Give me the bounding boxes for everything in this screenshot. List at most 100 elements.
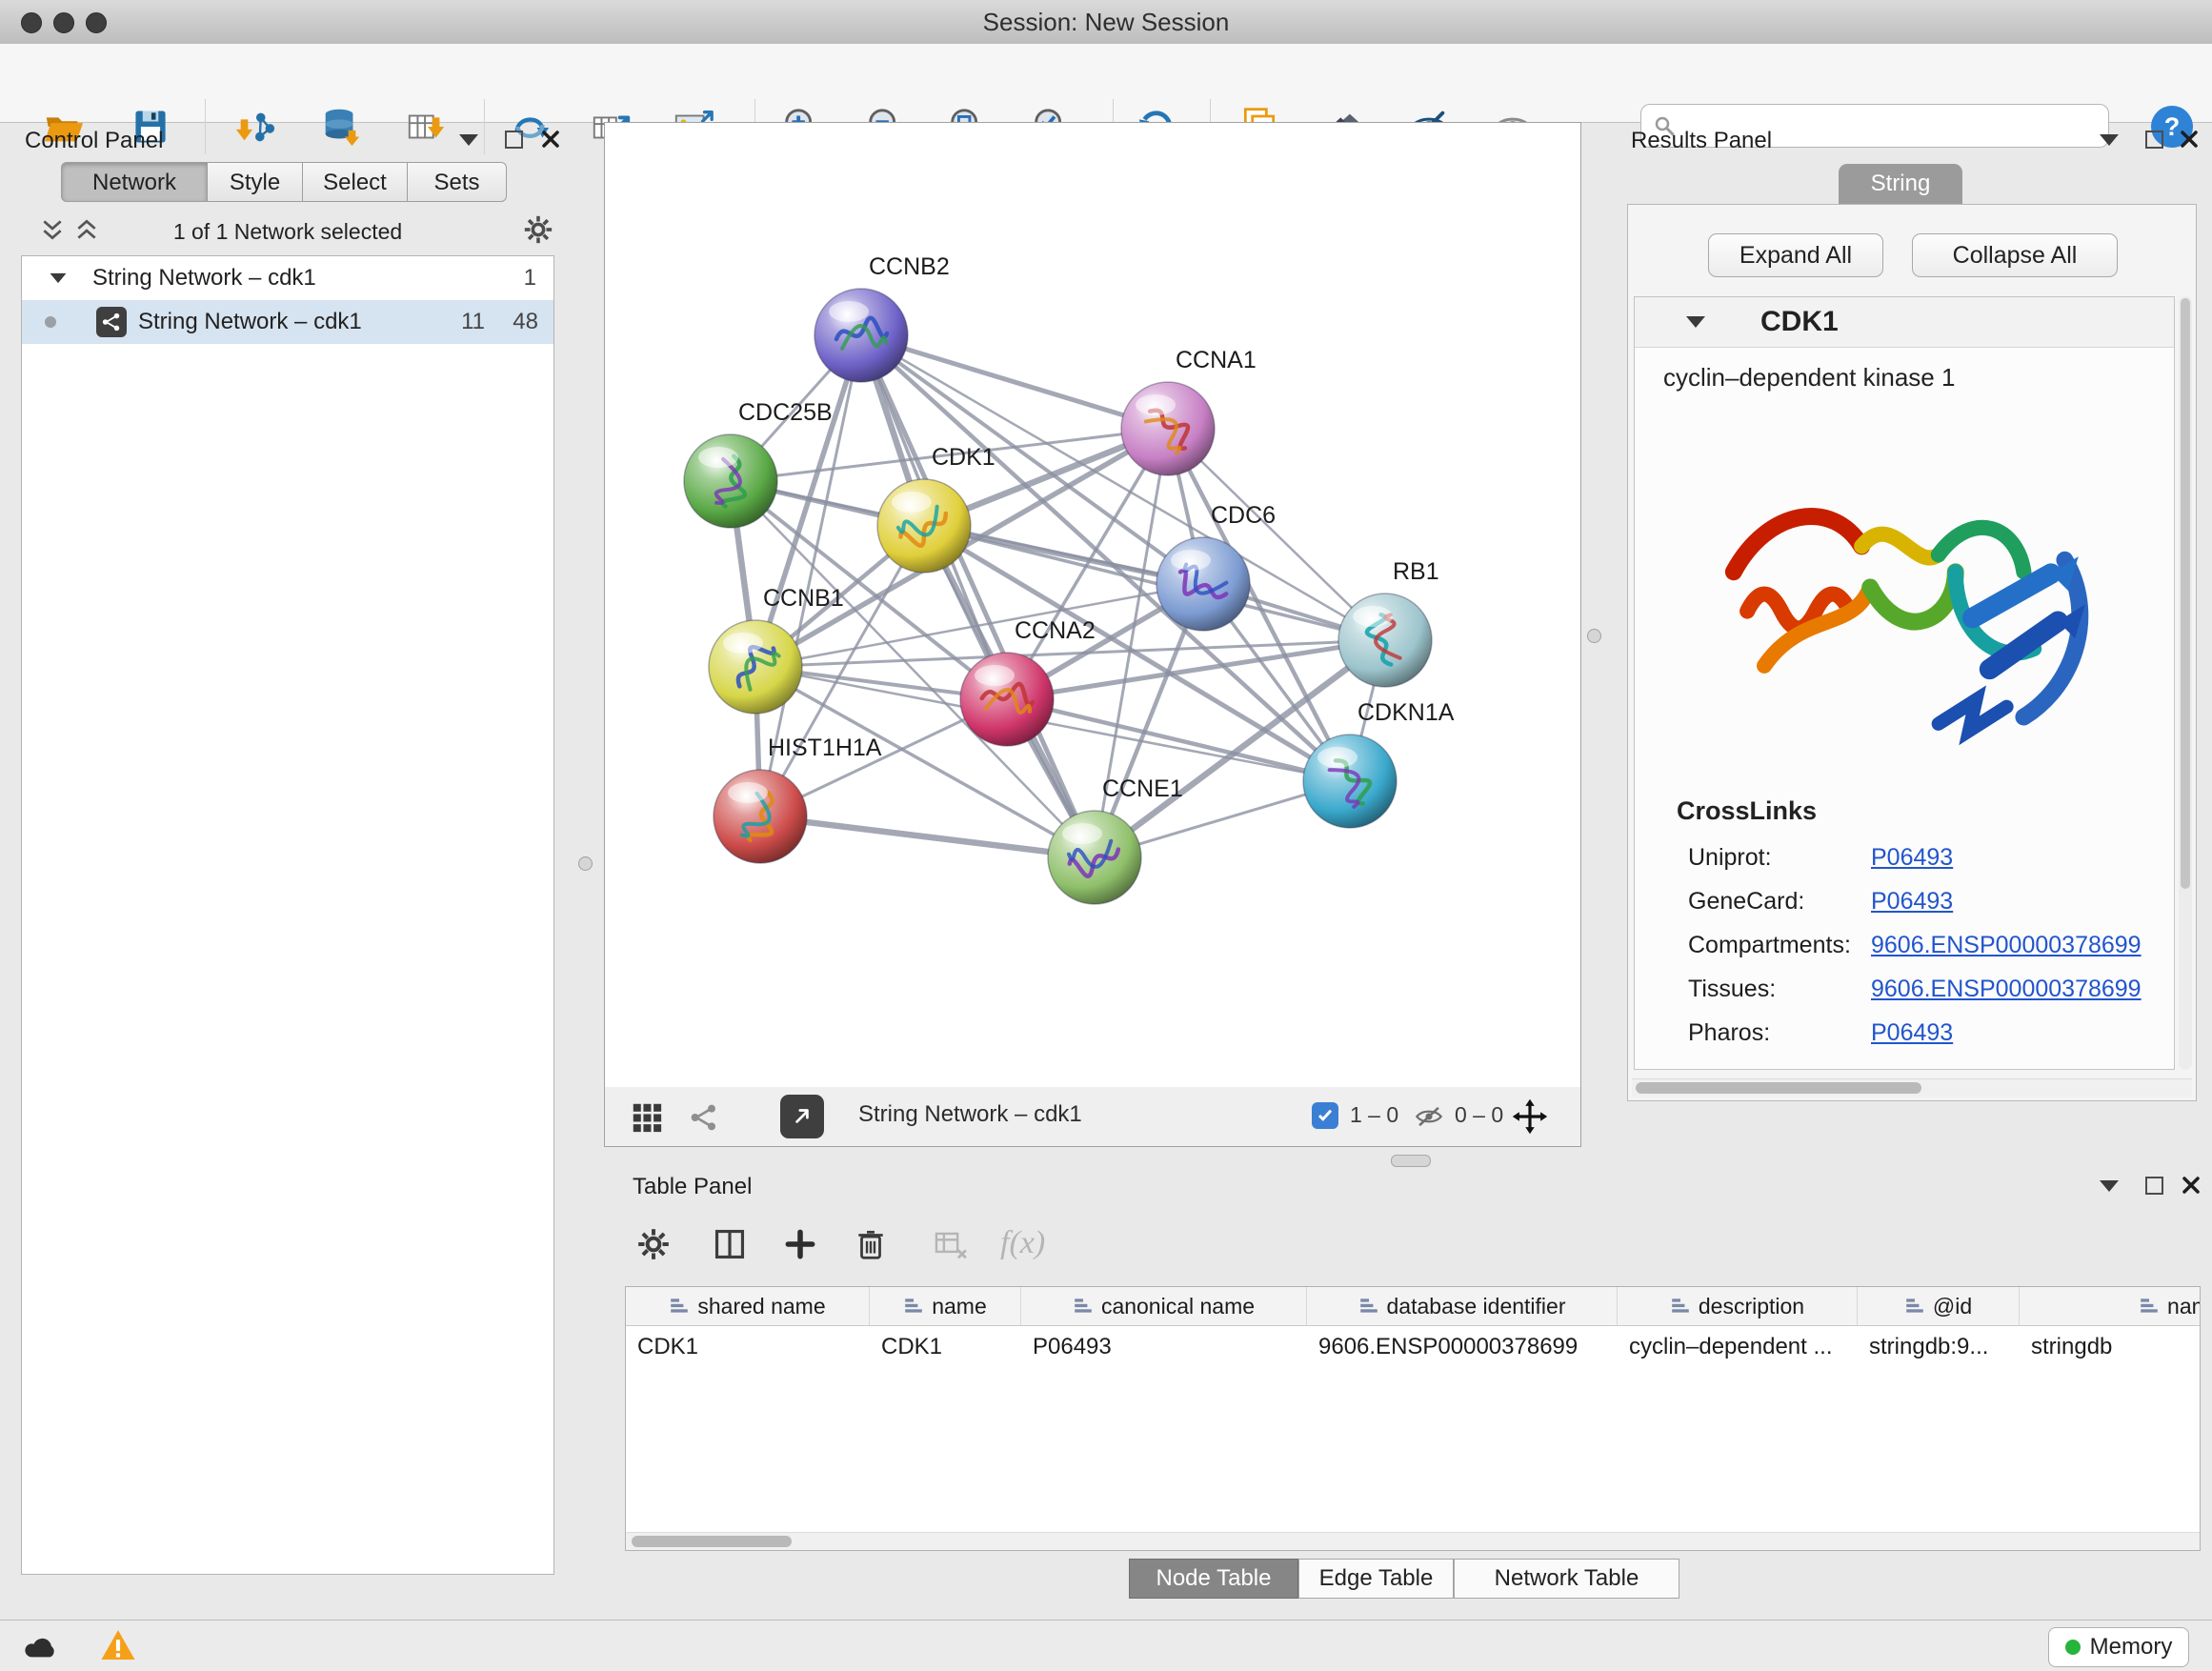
column-sort-icon — [1670, 1296, 1691, 1317]
network-node-CCNA1[interactable]: CCNA1 — [1121, 347, 1257, 475]
network-node-CDC25B[interactable]: CDC25B — [684, 399, 833, 528]
grid-view-icon[interactable] — [632, 1102, 662, 1133]
table-cell[interactable]: cyclin–dependent ... — [1618, 1326, 1858, 1368]
float-panel-icon[interactable] — [2145, 131, 2163, 149]
pan-move-icon[interactable] — [1512, 1098, 1548, 1135]
collapse-panel-icon[interactable] — [2100, 134, 2119, 146]
network-edge-HIST1H1A-CCNE1[interactable] — [760, 816, 1095, 857]
column-header[interactable]: description — [1618, 1287, 1858, 1325]
add-column-icon[interactable] — [775, 1219, 825, 1269]
float-panel-icon[interactable] — [505, 131, 523, 149]
gene-card-header[interactable]: CDK1 — [1635, 297, 2174, 348]
crosslink-value-link[interactable]: 9606.ENSP00000378699 — [1871, 976, 2142, 1003]
application-window: Session: New Session — [0, 0, 2212, 1671]
warning-icon[interactable] — [99, 1626, 137, 1664]
column-header[interactable]: database identifier — [1307, 1287, 1618, 1325]
table-cell[interactable]: 9606.ENSP00000378699 — [1307, 1326, 1618, 1368]
close-panel-icon[interactable] — [2180, 130, 2199, 149]
network-edge-CCNB2-CCNE1[interactable] — [861, 335, 1095, 857]
gene-description: cyclin–dependent kinase 1 — [1663, 363, 2174, 393]
network-node-label: CCNA1 — [1176, 347, 1257, 373]
network-collection-row[interactable]: String Network – cdk1 1 — [22, 256, 553, 300]
results-panel: Results Panel String Expand All Collapse… — [1619, 122, 2204, 1170]
tab-network[interactable]: Network — [61, 162, 208, 202]
crosslink-value-link[interactable]: P06493 — [1871, 1019, 1953, 1047]
hidden-eye-slash-icon[interactable] — [1413, 1100, 1445, 1133]
crosslink-row: GeneCard: P06493 — [1635, 879, 2174, 923]
network-canvas[interactable]: CCNB2 CCNA1 CDC25B CDK1 CDC6 RB1 CCNB1 CCNA2 CDK… — [604, 122, 1581, 1088]
column-header[interactable]: namespace — [2020, 1287, 2201, 1325]
network-edge-CCNB2-CCNA1[interactable] — [861, 335, 1168, 429]
tab-select[interactable]: Select — [303, 162, 408, 202]
network-node-CDK1[interactable]: CDK1 — [877, 444, 995, 573]
network-node-label: CDC25B — [738, 399, 833, 426]
network-node-HIST1H1A[interactable]: HIST1H1A — [714, 735, 882, 863]
expand-all-button[interactable]: Expand All — [1708, 233, 1883, 277]
network-node-label: CCNB2 — [869, 253, 950, 280]
network-options-gear-icon[interactable] — [522, 213, 554, 246]
close-panel-icon[interactable] — [2182, 1176, 2201, 1195]
column-header[interactable]: shared name — [626, 1287, 870, 1325]
crosslinks-heading: CrossLinks — [1677, 796, 2174, 826]
column-header[interactable]: @id — [1858, 1287, 2020, 1325]
column-header[interactable]: name — [870, 1287, 1021, 1325]
memory-button[interactable]: Memory — [2048, 1627, 2189, 1667]
network-node-CCNB1[interactable]: CCNB1 — [709, 585, 844, 714]
table-cell[interactable]: P06493 — [1021, 1326, 1307, 1368]
status-bar: Memory — [0, 1620, 2212, 1671]
tree-expand-icon[interactable] — [50, 273, 67, 283]
memory-status-dot-icon — [2065, 1640, 2081, 1655]
network-node-label: RB1 — [1393, 558, 1439, 585]
node-table: shared name name canonical name database… — [625, 1286, 2201, 1551]
collapse-gene-icon[interactable] — [1686, 316, 1705, 328]
splitter-handle[interactable] — [1587, 629, 1601, 643]
float-panel-icon[interactable] — [2145, 1177, 2163, 1195]
tab-string[interactable]: String — [1839, 164, 1962, 204]
tab-node-table[interactable]: Node Table — [1129, 1559, 1298, 1599]
network-node-count: 11 — [461, 309, 485, 335]
delete-column-trash-icon[interactable] — [846, 1219, 895, 1269]
network-row-selected[interactable]: String Network – cdk1 11 48 — [22, 300, 553, 344]
network-node-CCNB2[interactable]: CCNB2 — [814, 253, 950, 382]
collapse-all-button[interactable]: Collapse All — [1912, 233, 2118, 277]
network-share-icon[interactable] — [689, 1102, 719, 1133]
selected-count-checkbox[interactable] — [1312, 1102, 1338, 1129]
table-cell[interactable]: CDK1 — [870, 1326, 1021, 1368]
table-row[interactable]: CDK1 CDK1 P06493 9606.ENSP00000378699 cy… — [626, 1326, 2200, 1368]
tab-network-table[interactable]: Network Table — [1454, 1559, 1679, 1599]
crosslink-value-link[interactable]: 9606.ENSP00000378699 — [1871, 932, 2142, 959]
tab-style[interactable]: Style — [208, 162, 303, 202]
collapse-panel-icon[interactable] — [459, 134, 478, 146]
splitter-handle[interactable] — [578, 856, 593, 871]
show-columns-icon[interactable] — [705, 1219, 754, 1269]
tab-sets[interactable]: Sets — [408, 162, 507, 202]
network-node-CDKN1A[interactable]: CDKN1A — [1303, 699, 1455, 828]
cloud-icon[interactable] — [21, 1628, 61, 1664]
table-cell[interactable]: stringdb — [2020, 1326, 2201, 1368]
table-cell[interactable]: stringdb:9... — [1858, 1326, 2020, 1368]
results-panel-title: Results Panel — [1631, 128, 1772, 154]
table-cell[interactable]: CDK1 — [626, 1326, 870, 1368]
network-node-label: CCNA2 — [1015, 617, 1096, 644]
open-in-browser-icon[interactable] — [780, 1095, 824, 1138]
vertical-scrollbar[interactable] — [2179, 296, 2192, 1070]
table-options-gear-icon[interactable] — [629, 1219, 678, 1269]
crosslink-value-link[interactable]: P06493 — [1871, 844, 1953, 872]
splitter-handle[interactable] — [1391, 1155, 1431, 1167]
tab-edge-table[interactable]: Edge Table — [1298, 1559, 1454, 1599]
horizontal-scrollbar[interactable] — [1632, 1078, 2192, 1097]
string-results-container: Expand All Collapse All CDK1 cyclin–depe… — [1627, 204, 2197, 1101]
column-header[interactable]: canonical name — [1021, 1287, 1307, 1325]
network-node-label: HIST1H1A — [768, 735, 882, 761]
network-node-label: CCNB1 — [763, 585, 844, 612]
collapse-panel-icon[interactable] — [2100, 1180, 2119, 1192]
network-tree: String Network – cdk1 1 String Network –… — [21, 255, 554, 1575]
crosslink-value-link[interactable]: P06493 — [1871, 888, 1953, 916]
network-node-label: CDC6 — [1211, 502, 1276, 529]
table-horizontal-scrollbar[interactable] — [626, 1532, 2200, 1550]
network-node-RB1[interactable]: RB1 — [1338, 558, 1439, 687]
crosslink-label: GeneCard: — [1688, 888, 1871, 916]
close-panel-icon[interactable] — [541, 130, 560, 149]
crosslink-label: Tissues: — [1688, 976, 1871, 1003]
window-title: Session: New Session — [0, 0, 2212, 44]
